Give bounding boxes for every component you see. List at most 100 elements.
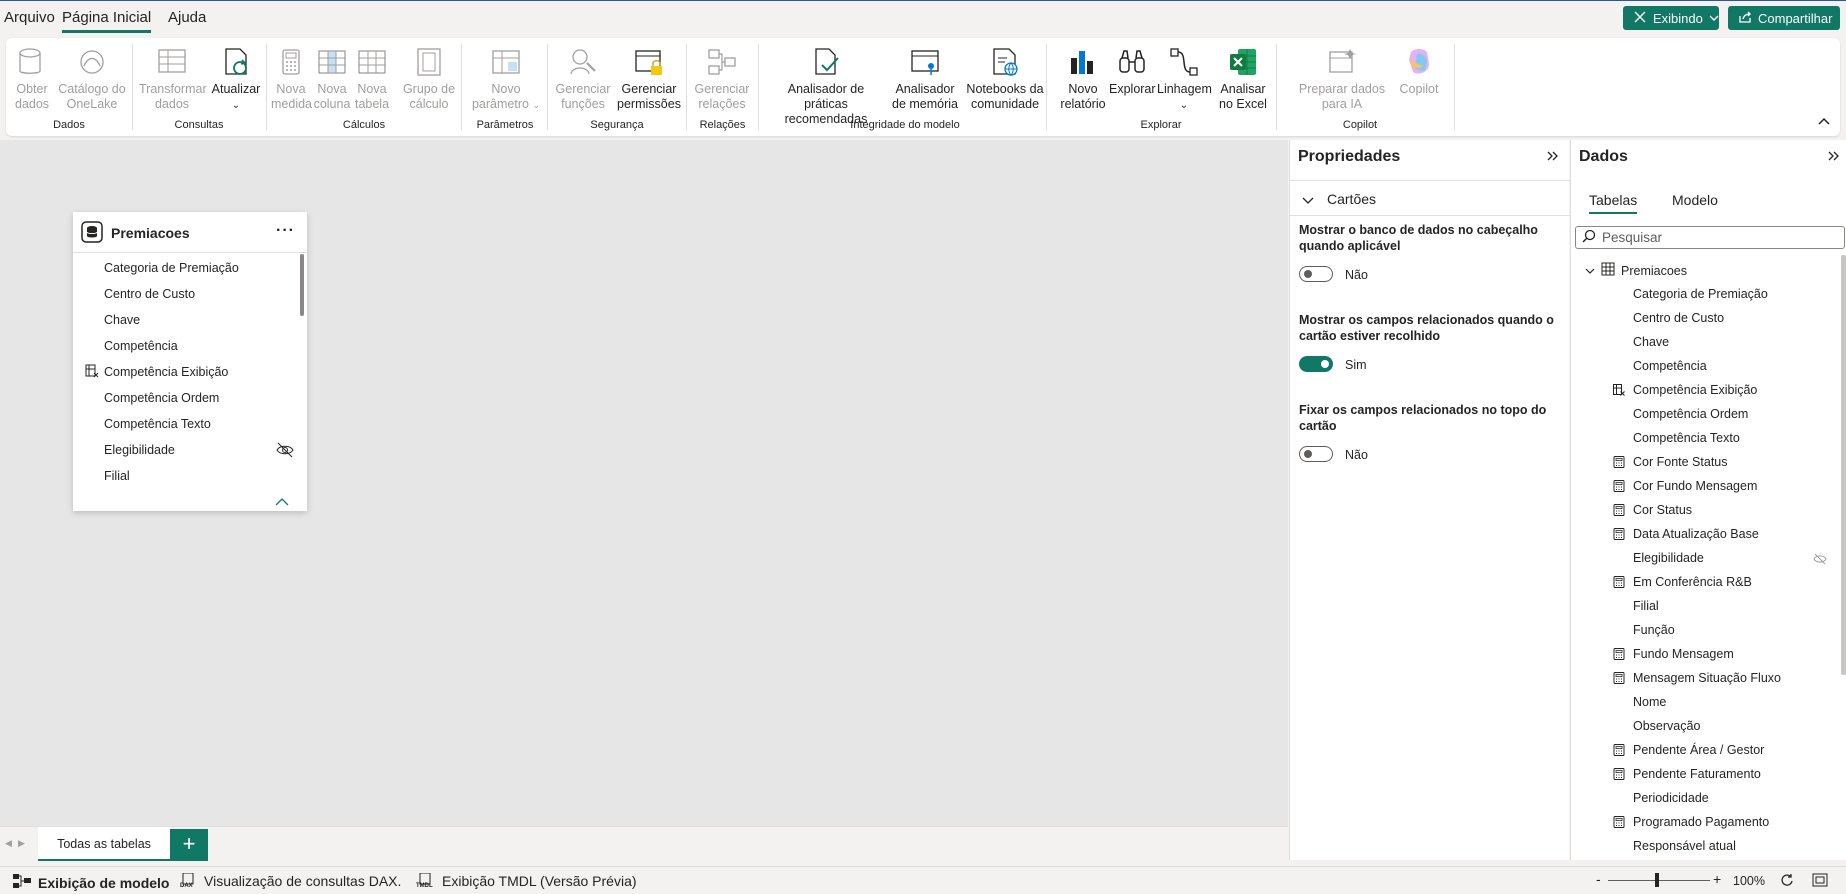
field-item[interactable]: Cor Fundo Mensagem [1633,479,1757,493]
transform-data-button[interactable]: Transformar dados [139,46,207,112]
show-database-toggle[interactable] [1299,266,1333,282]
field-item[interactable]: Competência Exibição [1633,383,1757,397]
field-item[interactable]: Data Atualização Base [1633,527,1759,541]
reset-layout-icon[interactable] [1780,873,1794,890]
field-item[interactable]: Centro de Custo [1633,311,1724,325]
zoom-in-icon[interactable]: + [1713,871,1721,887]
field-item[interactable]: Responsável atual [1633,839,1736,853]
field-item[interactable]: Categoria de Premiação [1633,287,1768,301]
new-column-button[interactable]: Nova coluna [313,46,351,112]
manage-roles-button[interactable]: Gerenciar funções [554,46,612,112]
search-input[interactable]: Pesquisar [1575,226,1845,249]
calculation-group-button[interactable]: Grupo de cálculo [401,46,457,112]
field-item[interactable]: Competência Texto [1633,431,1740,445]
data-pane-scrollbar[interactable] [1841,255,1846,675]
community-notebooks-button[interactable]: Notebooks da comunidade [965,46,1045,112]
field-item[interactable]: Chave [1633,335,1669,349]
view-mode-button[interactable]: Exibindo [1623,6,1719,30]
card-field[interactable]: Categoria de Premiação [104,261,239,275]
field-item[interactable]: Mensagem Situação Fluxo [1633,671,1781,685]
best-practices-analyzer-button[interactable]: Analisador de práticas recomendadas [767,46,885,127]
card-scrollbar[interactable] [300,254,304,316]
field-item[interactable]: Pendente Área / Gestor [1633,743,1764,757]
share-button[interactable]: Compartilhar [1728,6,1840,30]
measure-icon [1613,528,1625,540]
new-report-button[interactable]: Novo relatório [1059,46,1107,112]
dax-query-view-button[interactable]: DAX Visualização de consultas DAX. [180,873,401,889]
memory-analyzer-button[interactable]: Analisador de memória [887,46,963,112]
card-title: Premiacoes [111,225,190,241]
copilot-button[interactable]: Copilot [1397,46,1441,97]
cards-section-header[interactable]: Cartões [1290,180,1570,216]
tab-arquivo[interactable]: Arquivo [4,9,55,26]
card-field[interactable]: Filial [104,469,130,483]
field-item[interactable]: Nome [1633,695,1666,709]
new-table-button[interactable]: Nova tabela [353,46,391,112]
zoom-out-icon[interactable]: - [1596,871,1601,887]
new-parameter-button[interactable]: Novo parâmetro ⌄ [470,46,542,113]
notebook-globe-icon [989,46,1021,78]
analyze-in-excel-button[interactable]: Analisar no Excel [1213,46,1273,112]
new-measure-button[interactable]: Nova medida [271,46,312,112]
field-item[interactable]: Cor Fonte Status [1633,455,1728,469]
manage-permissions-button[interactable]: Gerenciar permissões [616,46,682,112]
table-card-premiacoes[interactable]: Premiacoes ··· Categoria de Premiação Ce… [73,212,307,511]
tmdl-view-button[interactable]: TMDL Exibição TMDL (Versão Prévia) [416,873,637,889]
scroll-right-icon[interactable]: ▶ [18,838,25,849]
status-bar: Exibição de modelo DAX Visualização de c… [0,866,1846,894]
card-header[interactable]: Premiacoes [73,214,307,253]
field-item[interactable]: Periodicidade [1633,791,1709,805]
field-item[interactable]: Programado Pagamento [1633,815,1769,829]
collapse-properties-icon[interactable] [1547,148,1559,164]
card-field[interactable]: Competência [104,339,178,353]
tab-ajuda[interactable]: Ajuda [168,9,206,26]
tab-all-tables[interactable]: Todas as tabelas [38,827,170,861]
collapse-ribbon-icon[interactable] [1818,114,1830,128]
fit-to-screen-icon[interactable] [1812,873,1828,890]
card-field[interactable]: Competência Ordem [104,391,219,405]
get-data-button[interactable]: Obter dados [12,46,52,112]
refresh-icon [220,46,252,78]
tab-pagina-inicial[interactable]: Página Inicial [62,9,152,33]
collapse-data-icon[interactable] [1828,148,1840,164]
measure-icon [1613,456,1625,468]
zoom-slider-thumb[interactable] [1655,873,1659,887]
collapse-card-icon[interactable] [275,494,289,509]
field-item[interactable]: Observação [1633,719,1700,733]
lineage-button[interactable]: Linhagem ⌄ [1157,46,1212,113]
field-item[interactable]: Filial [1633,599,1659,613]
tab-tabelas[interactable]: Tabelas [1589,192,1638,214]
explore-button[interactable]: Explorar [1109,46,1156,97]
onelake-catalog-button[interactable]: Catálogo do OneLake [54,46,130,112]
more-options-icon[interactable]: ··· [276,222,295,240]
card-field[interactable]: Centro de Custo [104,287,195,301]
field-item[interactable]: Competência Ordem [1633,407,1748,421]
model-view-icon [12,873,32,892]
card-field[interactable]: Competência Exibição [104,365,228,379]
manage-relationships-button[interactable]: Gerenciar relações [693,46,751,112]
calculator-icon [275,46,307,78]
zoom-slider[interactable] [1608,880,1710,881]
field-item[interactable]: Pendente Faturamento [1633,767,1761,781]
model-view-button[interactable]: Exibição de modelo [12,873,169,892]
scroll-left-icon[interactable]: ◀ [5,838,12,849]
prepare-data-for-ai-button[interactable]: Preparar dados para IA [1289,46,1395,112]
calculation-group-icon [413,46,445,78]
field-item[interactable]: Fundo Mensagem [1633,647,1734,661]
document-check-icon [810,46,842,78]
add-layout-button[interactable]: + [170,829,208,861]
field-item[interactable]: Cor Status [1633,503,1692,517]
card-field[interactable]: Elegibilidade [104,443,175,457]
show-related-fields-toggle[interactable] [1299,356,1333,372]
field-item[interactable]: Elegibilidade [1633,551,1704,565]
refresh-button[interactable]: Atualizar ⌄ [209,46,263,113]
tree-table-premiacoes[interactable]: Premiacoes [1585,262,1687,279]
tab-modelo[interactable]: Modelo [1672,192,1718,208]
field-item[interactable]: Competência [1633,359,1707,373]
card-field[interactable]: Competência Texto [104,417,211,431]
zoom-level[interactable]: 100% [1733,874,1765,888]
pin-related-fields-toggle[interactable] [1299,446,1333,462]
field-item[interactable]: Função [1633,623,1675,637]
card-field[interactable]: Chave [104,313,140,327]
field-item[interactable]: Em Conferência R&B [1633,575,1752,589]
